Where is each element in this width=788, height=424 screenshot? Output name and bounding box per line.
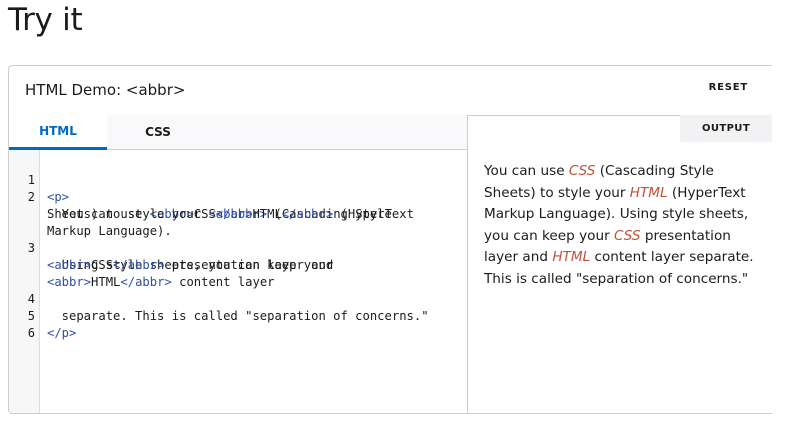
editor-pane: HTML CSS 1 <p> 2 You can use <abbr>CSS</… xyxy=(9,115,468,413)
code-line-wrap: Sheets) to style your <abbr>HTML</abbr> … xyxy=(9,189,467,221)
tab-html[interactable]: HTML xyxy=(9,115,107,150)
demo-title: HTML Demo: <abbr> xyxy=(25,81,186,99)
output-text: You can use xyxy=(484,163,569,179)
abbr-html[interactable]: HTML xyxy=(552,249,590,265)
code-line: 5 </p> xyxy=(9,291,467,340)
abbr-html[interactable]: HTML xyxy=(630,185,668,201)
code-line: 4 separate. This is called "separation o… xyxy=(9,274,467,323)
tab-css[interactable]: CSS xyxy=(107,115,209,150)
code-line-wrap: <abbr>HTML</abbr> content layer xyxy=(9,257,467,289)
output-pane: OUTPUT You can use CSS (Cascading Style … xyxy=(468,115,772,413)
code-line: 1 <p> xyxy=(9,155,467,204)
code-line-wrap: <abbr>CSS</abbr> presentation layer and xyxy=(9,240,467,272)
reset-button[interactable]: RESET xyxy=(709,82,748,93)
output-paragraph: You can use CSS (Cascading Style Sheets)… xyxy=(484,161,769,291)
interactive-demo: HTML Demo: <abbr> RESET HTML CSS 1 <p> 2… xyxy=(8,65,772,414)
abbr-css[interactable]: CSS xyxy=(614,228,641,244)
output-label: OUTPUT xyxy=(680,115,772,142)
line-number: 6 xyxy=(27,326,35,340)
code-line: 2 You can use <abbr>CSS</abbr> (Cascadin… xyxy=(9,172,467,221)
demo-header: HTML Demo: <abbr> RESET xyxy=(9,66,772,116)
code-line: 6 xyxy=(9,308,467,340)
page-title: Try it xyxy=(8,2,83,38)
code-line-wrap: Markup Language). xyxy=(9,206,467,238)
code-line: 3 Using style sheets, you can keep your xyxy=(9,223,467,272)
editor-tabs: HTML CSS xyxy=(9,115,467,150)
abbr-css[interactable]: CSS xyxy=(569,163,596,179)
code-editor[interactable]: 1 <p> 2 You can use <abbr>CSS</abbr> (Ca… xyxy=(9,150,467,413)
